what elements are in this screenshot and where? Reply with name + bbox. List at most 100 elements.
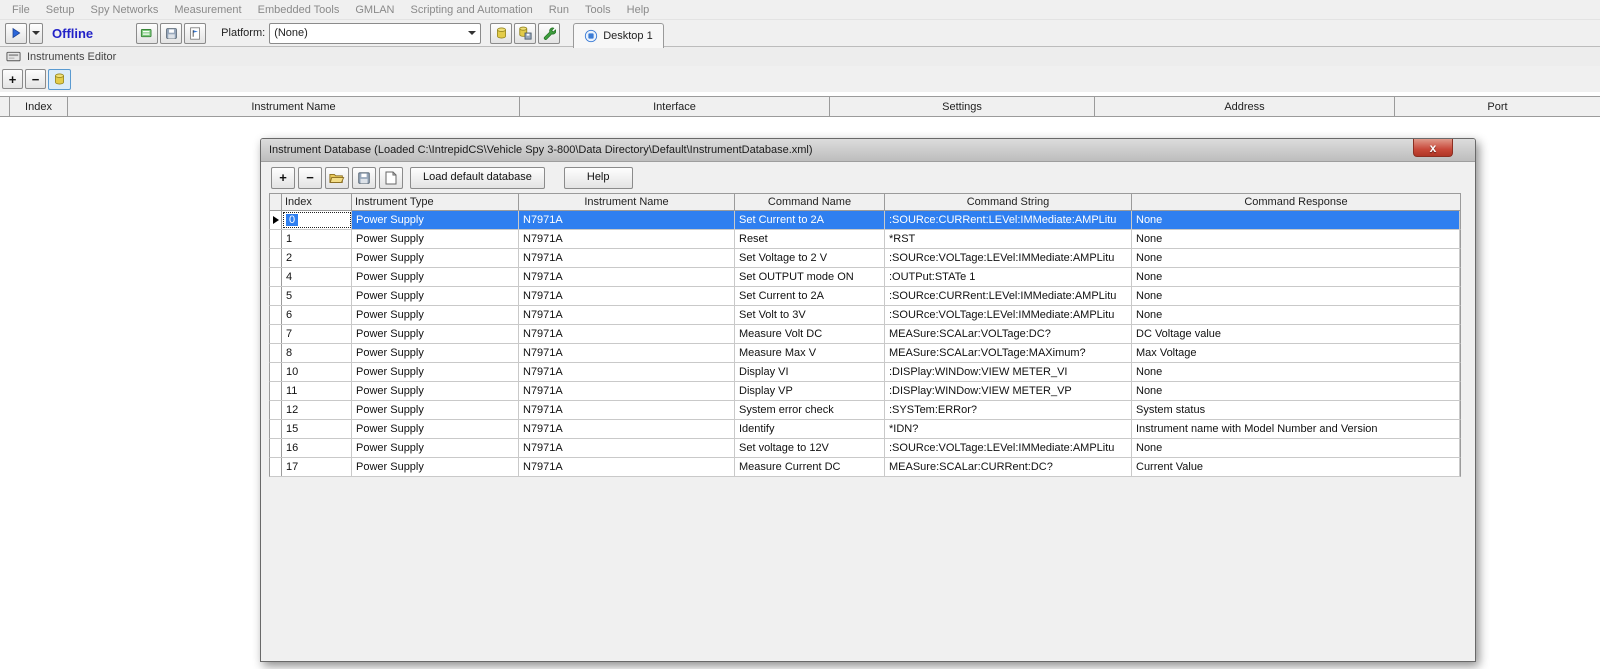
cell-index[interactable]: 11 <box>282 382 352 400</box>
table-row[interactable]: 11Power SupplyN7971ADisplay VP:DISPlay:W… <box>269 382 1461 401</box>
save-button[interactable] <box>160 23 182 44</box>
log-data-button[interactable] <box>136 23 158 44</box>
cell-command-name[interactable]: Set Current to 2A <box>735 211 885 229</box>
column-header-interface[interactable]: Interface <box>520 97 830 116</box>
new-database-button[interactable] <box>379 167 403 189</box>
cell-type[interactable]: Power Supply <box>352 363 519 381</box>
cell-type[interactable]: Power Supply <box>352 382 519 400</box>
cell-command-response[interactable]: Max Voltage <box>1132 344 1460 362</box>
cell-command-response[interactable]: None <box>1132 439 1460 457</box>
cell-command-response[interactable]: None <box>1132 382 1460 400</box>
cell-command-name[interactable]: Display VI <box>735 363 885 381</box>
cell-type[interactable]: Power Supply <box>352 420 519 438</box>
table-row[interactable]: 15Power SupplyN7971AIdentify*IDN?Instrum… <box>269 420 1461 439</box>
column-header-address[interactable]: Address <box>1095 97 1395 116</box>
cell-name[interactable]: N7971A <box>519 230 735 248</box>
cell-name[interactable]: N7971A <box>519 363 735 381</box>
table-row[interactable]: 12Power SupplyN7971ASystem error check:S… <box>269 401 1461 420</box>
cell-command-string[interactable]: :SOURce:CURRent:LEVel:IMMediate:AMPLitu <box>885 211 1132 229</box>
cell-command-string[interactable]: MEASure:SCALar:VOLTage:MAXimum? <box>885 344 1132 362</box>
cell-command-response[interactable]: None <box>1132 306 1460 324</box>
add-instrument-button[interactable]: + <box>2 69 23 89</box>
column-header-command-string[interactable]: Command String <box>885 194 1132 210</box>
column-header-port[interactable]: Port <box>1395 97 1600 116</box>
cell-type[interactable]: Power Supply <box>352 306 519 324</box>
cell-type[interactable]: Power Supply <box>352 230 519 248</box>
table-row[interactable]: 1Power SupplyN7971AReset*RSTNone <box>269 230 1461 249</box>
cell-command-string[interactable]: :OUTPut:STATe 1 <box>885 268 1132 286</box>
cell-command-response[interactable]: System status <box>1132 401 1460 419</box>
cell-command-response[interactable]: None <box>1132 363 1460 381</box>
cell-index[interactable]: 15 <box>282 420 352 438</box>
menu-item-help[interactable]: Help <box>619 4 658 16</box>
cell-command-name[interactable]: Set Current to 2A <box>735 287 885 305</box>
cell-index[interactable]: 7 <box>282 325 352 343</box>
cell-command-response[interactable]: None <box>1132 268 1460 286</box>
run-options-button[interactable] <box>29 23 43 44</box>
column-header-settings[interactable]: Settings <box>830 97 1095 116</box>
cell-command-string[interactable]: :SOURce:VOLTage:LEVel:IMMediate:AMPLitu <box>885 249 1132 267</box>
cell-command-string[interactable]: :SOURce:VOLTage:LEVel:IMMediate:AMPLitu <box>885 306 1132 324</box>
report-button[interactable] <box>184 23 206 44</box>
help-button[interactable]: Help <box>564 167 633 189</box>
menu-item-spy-networks[interactable]: Spy Networks <box>82 4 166 16</box>
cell-name[interactable]: N7971A <box>519 458 735 476</box>
table-row[interactable]: 17Power SupplyN7971AMeasure Current DCME… <box>269 458 1461 477</box>
cell-name[interactable]: N7971A <box>519 420 735 438</box>
cell-command-name[interactable]: Measure Volt DC <box>735 325 885 343</box>
column-header-instrument-name[interactable]: Instrument Name <box>519 194 735 210</box>
cell-name[interactable]: N7971A <box>519 306 735 324</box>
cell-index[interactable]: 8 <box>282 344 352 362</box>
open-database-button[interactable] <box>325 167 349 189</box>
menu-item-file[interactable]: File <box>4 4 38 16</box>
cell-command-name[interactable]: Set Volt to 3V <box>735 306 885 324</box>
cell-index[interactable]: 16 <box>282 439 352 457</box>
cell-command-name[interactable]: Set OUTPUT mode ON <box>735 268 885 286</box>
table-row[interactable]: 16Power SupplyN7971ASet voltage to 12V:S… <box>269 439 1461 458</box>
cell-command-name[interactable]: System error check <box>735 401 885 419</box>
cell-command-name[interactable]: Set voltage to 12V <box>735 439 885 457</box>
cell-command-string[interactable]: *IDN? <box>885 420 1132 438</box>
cell-command-response[interactable]: None <box>1132 249 1460 267</box>
cell-command-name[interactable]: Identify <box>735 420 885 438</box>
cell-type[interactable]: Power Supply <box>352 458 519 476</box>
cell-command-string[interactable]: :SYSTem:ERRor? <box>885 401 1132 419</box>
menu-item-setup[interactable]: Setup <box>38 4 83 16</box>
table-row[interactable]: 2Power SupplyN7971ASet Voltage to 2 V:SO… <box>269 249 1461 268</box>
tab-desktop-1[interactable]: Desktop 1 <box>573 23 664 48</box>
database-save-button[interactable] <box>514 23 536 44</box>
cell-type[interactable]: Power Supply <box>352 401 519 419</box>
menu-item-measurement[interactable]: Measurement <box>166 4 249 16</box>
cell-name[interactable]: N7971A <box>519 268 735 286</box>
menu-item-gmlan[interactable]: GMLAN <box>347 4 402 16</box>
cell-command-name[interactable]: Display VP <box>735 382 885 400</box>
cell-name[interactable]: N7971A <box>519 382 735 400</box>
menu-item-run[interactable]: Run <box>541 4 577 16</box>
table-row[interactable]: 4Power SupplyN7971ASet OUTPUT mode ON:OU… <box>269 268 1461 287</box>
cell-command-string[interactable]: :DISPlay:WINDow:VIEW METER_VP <box>885 382 1132 400</box>
dialog-titlebar[interactable]: Instrument Database (Loaded C:\IntrepidC… <box>261 139 1475 162</box>
run-button[interactable] <box>5 23 27 44</box>
table-row[interactable]: 10Power SupplyN7971ADisplay VI:DISPlay:W… <box>269 363 1461 382</box>
cell-command-response[interactable]: None <box>1132 287 1460 305</box>
cell-name[interactable]: N7971A <box>519 401 735 419</box>
column-header-index[interactable]: Index <box>282 194 352 210</box>
cell-name[interactable]: N7971A <box>519 249 735 267</box>
cell-command-name[interactable]: Measure Current DC <box>735 458 885 476</box>
column-header-index[interactable]: Index <box>10 97 68 116</box>
cell-command-string[interactable]: :DISPlay:WINDow:VIEW METER_VI <box>885 363 1132 381</box>
cell-name[interactable]: N7971A <box>519 439 735 457</box>
table-row[interactable]: 8Power SupplyN7971AMeasure Max VMEASure:… <box>269 344 1461 363</box>
instrument-database-button[interactable] <box>48 69 71 90</box>
add-command-button[interactable]: + <box>271 167 295 189</box>
cell-name[interactable]: N7971A <box>519 287 735 305</box>
cell-command-string[interactable]: MEASure:SCALar:CURRent:DC? <box>885 458 1132 476</box>
table-row[interactable]: 6Power SupplyN7971ASet Volt to 3V:SOURce… <box>269 306 1461 325</box>
load-default-database-button[interactable]: Load default database <box>410 167 545 189</box>
cell-command-response[interactable]: DC Voltage value <box>1132 325 1460 343</box>
column-header-command-name[interactable]: Command Name <box>735 194 885 210</box>
cell-type[interactable]: Power Supply <box>352 439 519 457</box>
cell-type[interactable]: Power Supply <box>352 287 519 305</box>
cell-index[interactable]: 5 <box>282 287 352 305</box>
platform-select[interactable]: (None) <box>269 23 481 44</box>
